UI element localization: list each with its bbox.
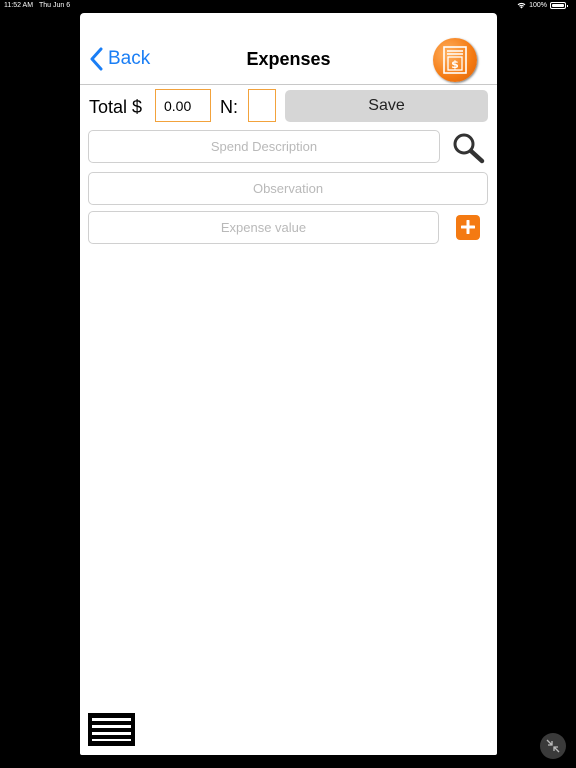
wifi-icon [517, 2, 526, 9]
receipt-button[interactable]: $ [433, 38, 477, 82]
status-bar: 11:52 AM Thu Jun 6 100% [0, 0, 576, 12]
app-window: Back Expenses $ Total $ N: Save [80, 13, 497, 755]
save-button[interactable]: Save [285, 90, 488, 122]
n-input[interactable] [248, 89, 276, 122]
status-time: 11:52 AM [4, 2, 34, 9]
total-input[interactable] [155, 89, 211, 122]
plus-icon [461, 220, 475, 234]
svg-text:$: $ [451, 58, 459, 71]
expense-value-input[interactable] [88, 211, 439, 244]
receipt-dollar-icon: $ [443, 46, 467, 74]
search-icon [453, 133, 485, 164]
menu-button[interactable] [88, 713, 135, 746]
status-right: 100% [517, 2, 568, 9]
battery-icon [550, 2, 568, 9]
spend-description-input[interactable] [88, 130, 440, 163]
collapse-button[interactable] [540, 733, 566, 759]
search-button[interactable] [452, 132, 486, 164]
observation-input[interactable] [88, 172, 488, 205]
battery-percent: 100% [529, 2, 547, 9]
status-date: Thu Jun 6 [39, 2, 71, 9]
screen: 11:52 AM Thu Jun 6 100% Back Expenses $ … [0, 0, 576, 768]
collapse-arrows-icon [546, 739, 560, 753]
total-label: Total $ [89, 97, 143, 117]
n-label: N: [220, 97, 238, 117]
battery-fill [552, 4, 564, 7]
hamburger-menu-icon [88, 713, 135, 746]
add-expense-button[interactable] [456, 215, 480, 240]
nav-bar: Back Expenses $ [80, 13, 497, 85]
